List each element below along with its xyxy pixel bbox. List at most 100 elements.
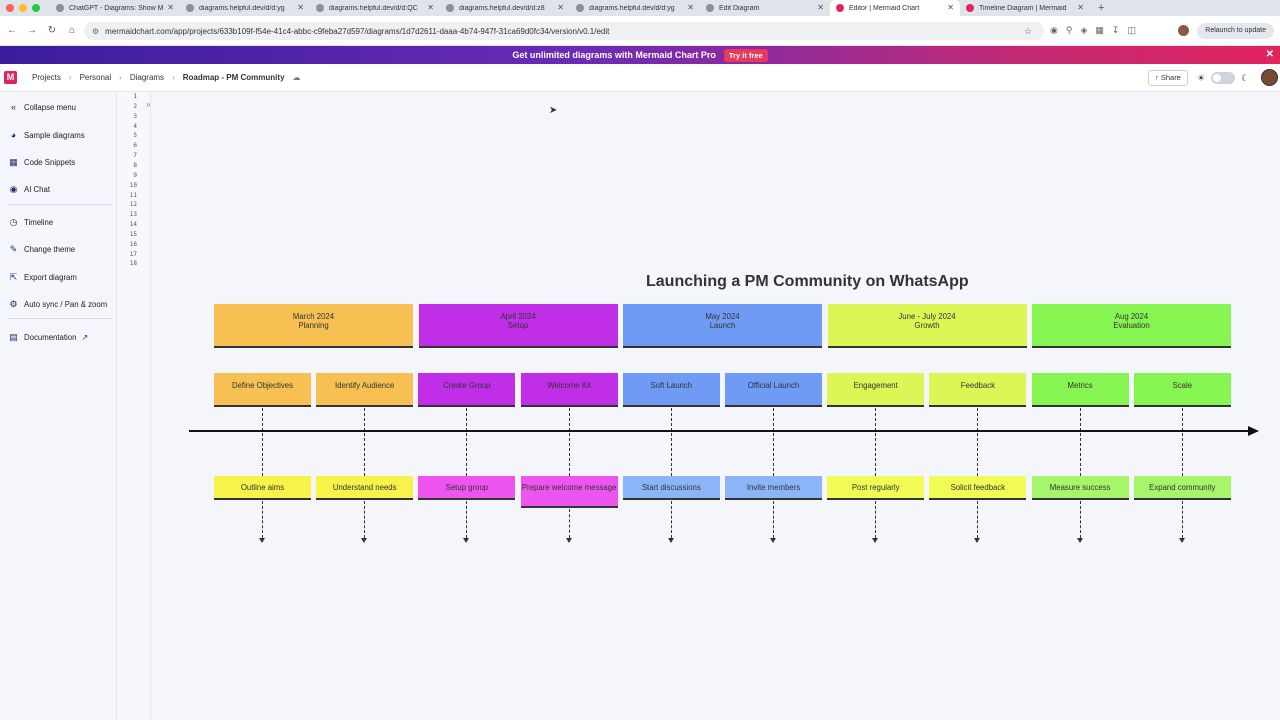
clock-icon: ◷: [9, 217, 18, 227]
browser-tab[interactable]: Timeline Diagram | Mermaid ✕: [960, 0, 1090, 16]
forward-icon[interactable]: →: [22, 25, 42, 36]
bookmark-star-icon[interactable]: ☆: [1024, 26, 1032, 37]
breadcrumb-projects[interactable]: Projects: [32, 73, 61, 82]
zoom-icon[interactable]: ⚲: [1066, 25, 1073, 36]
sidebar-item-auto-sync[interactable]: ⚙ Auto sync / Pan & zoom: [8, 299, 107, 310]
arrow-down-icon: [463, 538, 470, 543]
theme-toggle[interactable]: [1211, 72, 1236, 84]
tab-close-icon[interactable]: ✕: [297, 3, 304, 12]
close-window-icon[interactable]: [6, 4, 14, 12]
connector-line: [466, 501, 468, 538]
theme-controls: ☀ ☾: [1197, 72, 1249, 84]
tab-close-icon[interactable]: ✕: [1077, 3, 1084, 12]
period-date: June - July 2024: [898, 312, 956, 321]
task-node: Welcome Kit: [520, 373, 618, 407]
home-icon[interactable]: ⌂: [62, 25, 82, 36]
reload-icon[interactable]: ↻: [42, 25, 62, 36]
browser-tab[interactable]: Editor | Mermaid Chart ✕: [830, 0, 960, 16]
tab-close-icon[interactable]: ✕: [167, 3, 174, 12]
event-node: Measure success: [1031, 476, 1129, 500]
tab-close-icon[interactable]: ✕: [817, 3, 824, 12]
sidebar-item-timeline[interactable]: ◷ Timeline: [8, 217, 54, 228]
site-info-icon[interactable]: ⚙: [92, 27, 99, 36]
sidebar-divider: [8, 318, 112, 319]
sidepanel-icon[interactable]: ◫: [1127, 25, 1136, 36]
task-node: Identify Audience: [316, 373, 414, 407]
breadcrumb-diagrams[interactable]: Diagrams: [130, 73, 164, 82]
sidebar-item-code-snippets[interactable]: ▦ Code Snippets: [8, 157, 75, 168]
mermaid-logo[interactable]: M: [4, 71, 17, 84]
download-icon[interactable]: ↧: [1112, 25, 1120, 36]
relaunch-button[interactable]: Relaunch to update: [1197, 23, 1274, 39]
extension-icon[interactable]: ◈: [1080, 25, 1087, 36]
sidebar-item-label: Auto sync / Pan & zoom: [24, 300, 108, 309]
profile-avatar[interactable]: [1178, 25, 1189, 36]
url-field[interactable]: ⚙ mermaidchart.com/app/projects/633b109f…: [84, 22, 1044, 40]
tab-close-icon[interactable]: ✕: [947, 3, 954, 12]
task-node: Metrics: [1031, 373, 1129, 407]
period-section: Aug 2024 Evaluation: [1032, 304, 1231, 348]
line-number: 11: [129, 191, 137, 199]
breadcrumb-personal[interactable]: Personal: [80, 73, 112, 82]
browser-tab[interactable]: diagrams.helpful.dev/d/d:yg ✕: [570, 0, 700, 16]
user-avatar[interactable]: [1261, 69, 1278, 86]
sidebar-item-export-diagram[interactable]: ⇱ Export diagram: [8, 272, 77, 283]
period-section: June - July 2024 Growth: [827, 304, 1027, 348]
connector-line: [568, 408, 570, 476]
arrow-down-icon: [667, 538, 674, 543]
new-tab-button[interactable]: +: [1090, 2, 1104, 14]
event-node: Understand needs: [316, 476, 414, 500]
line-number: 12: [129, 201, 137, 209]
moon-icon: ☾: [1241, 72, 1250, 83]
period-phase: Growth: [914, 321, 940, 330]
sidebar-item-label: Code Snippets: [24, 158, 76, 167]
sidebar-item-ai-chat[interactable]: ◉ AI Chat: [8, 184, 50, 195]
pie-chart-icon: ◕: [10, 130, 17, 140]
collapse-menu-button[interactable]: « Collapse menu: [8, 102, 76, 113]
tab-close-icon[interactable]: ✕: [557, 3, 564, 12]
line-number: 15: [129, 230, 137, 238]
app-header: M Projects › Personal › Diagrams › Roadm…: [0, 64, 1280, 92]
book-icon: ▤: [9, 332, 18, 342]
event-node: Expand community: [1133, 476, 1231, 500]
extensions-bar: ◉ ⚲ ◈ ▦ ↧ ◫: [1050, 25, 1136, 36]
browser-tab[interactable]: Edit Diagram ✕: [700, 0, 830, 16]
event-node: Solicit feedback: [929, 476, 1027, 500]
period-date: April 2024: [500, 312, 536, 321]
arrow-down-icon: [361, 538, 368, 543]
period-date: March 2024: [292, 312, 335, 321]
connector-line: [262, 501, 263, 538]
try-free-button[interactable]: Try it free: [723, 48, 768, 62]
share-button[interactable]: ↑ Share: [1148, 70, 1188, 86]
axis-arrow-icon: [1248, 426, 1259, 436]
puzzle-icon[interactable]: ▦: [1095, 25, 1104, 36]
arrow-down-icon: [565, 538, 572, 543]
code-editor-gutter[interactable]: 1 2 3 4 5 6 7 8 9 10 11 12 13 14 15 16 17 18 »: [117, 92, 151, 720]
tab-close-icon[interactable]: ✕: [427, 3, 434, 12]
sidebar-item-change-theme[interactable]: ✎ Change theme: [8, 244, 75, 255]
sidebar-item-label: AI Chat: [24, 185, 51, 194]
maximize-window-icon[interactable]: [32, 4, 40, 12]
browser-tab[interactable]: diagrams.helpful.dev/d/d:yg ✕: [180, 0, 310, 16]
sidebar-item-documentation[interactable]: ▤ Documentation ↗: [8, 332, 88, 343]
connector-line: [977, 408, 979, 476]
connector-line: [1079, 408, 1081, 476]
close-icon[interactable]: ✕: [1266, 49, 1274, 60]
back-icon[interactable]: ←: [2, 25, 22, 36]
browser-tab[interactable]: ChatGPT - Diagrams: Show M ✕: [50, 0, 180, 16]
line-number: 1: [133, 93, 137, 100]
browser-tab[interactable]: diagrams.helpful.dev/d/d:QC ✕: [310, 0, 440, 16]
browser-tab-strip: ChatGPT - Diagrams: Show M ✕ diagrams.help…: [0, 0, 1280, 16]
period-section: March 2024 Planning: [214, 304, 413, 348]
tab-close-icon[interactable]: ✕: [687, 3, 694, 12]
connector-line: [466, 408, 468, 476]
connector-line: [670, 501, 672, 538]
line-number: 6: [133, 142, 137, 150]
expand-editor-icon[interactable]: »: [146, 100, 150, 109]
minimize-window-icon[interactable]: [19, 4, 27, 12]
browser-tab[interactable]: diagrams.helpful.dev/d/d:z8 ✕: [440, 0, 570, 16]
sidebar-item-sample-diagrams[interactable]: ◕ Sample diagrams: [8, 130, 85, 141]
arrow-down-icon: [1178, 538, 1185, 543]
line-number: 7: [133, 152, 137, 160]
extension-icon[interactable]: ◉: [1050, 25, 1058, 36]
